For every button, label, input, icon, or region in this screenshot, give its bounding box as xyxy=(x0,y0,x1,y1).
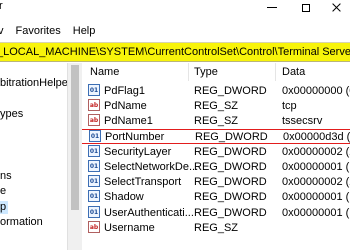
cell-type: REG_DWORD xyxy=(194,176,267,189)
cell-name: PortNumber xyxy=(105,130,165,143)
tree-item[interactable]: bitrationHelper xyxy=(0,77,67,90)
cell-type: REG_DWORD xyxy=(194,206,267,219)
cell-data: 0x00000001 (1) xyxy=(282,161,350,173)
cell-name: PdName xyxy=(104,100,147,113)
binary-value-icon: 01 xyxy=(88,144,100,157)
table-row[interactable]: ab PdName REG_SZ tcp xyxy=(82,98,350,113)
scrollbar-thumb[interactable] xyxy=(71,65,79,210)
close-icon[interactable] xyxy=(323,0,350,15)
key-tree: bitrationHelper ypes ns e p ormation xyxy=(0,63,67,250)
binary-value-icon: 01 xyxy=(88,84,100,96)
column-header-name[interactable]: Name xyxy=(90,63,119,81)
minimize-icon[interactable] xyxy=(255,0,289,15)
cell-data: tssecsrv xyxy=(282,115,323,128)
binary-value-icon: 01 xyxy=(88,205,100,218)
tree-item[interactable]: e xyxy=(0,185,6,198)
cell-type: REG_DWORD xyxy=(194,161,267,173)
tree-scrollbar[interactable] xyxy=(67,63,82,250)
table-row[interactable]: ab PdName1 REG_SZ tssecsrv xyxy=(82,113,350,128)
cell-name: PdName1 xyxy=(104,115,153,128)
binary-value-icon: 01 xyxy=(88,160,100,172)
menu-view[interactable]: v xyxy=(0,25,10,37)
string-value-icon: ab xyxy=(88,114,100,127)
cell-name: SelectNetworkDe... xyxy=(104,161,199,173)
binary-value-icon: 01 xyxy=(88,190,100,203)
tree-item[interactable]: ormation xyxy=(0,216,43,229)
cell-name: PdFlag1 xyxy=(104,85,145,97)
values-list: Name Type Data 01 PdFlag1 REG_DWORD 0x00000… xyxy=(82,63,350,250)
string-value-icon: ab xyxy=(88,220,100,233)
table-row[interactable]: 01 PdFlag1 REG_DWORD 0x00000000 (0) xyxy=(82,83,350,98)
cell-data: 0x00000000 (0) xyxy=(282,85,350,97)
cell-name: Username xyxy=(104,221,155,234)
cell-data: 0x00000002 (2) xyxy=(282,176,350,189)
cell-type: REG_DWORD xyxy=(194,191,267,204)
address-path: _LOCAL_MACHINE\SYSTEM\CurrentControlSet\… xyxy=(0,46,350,58)
cell-type: REG_DWORD xyxy=(195,130,268,143)
table-row[interactable]: 01 SecurityLayer REG_DWORD 0x00000002 (2) xyxy=(82,144,350,159)
column-divider[interactable] xyxy=(275,63,276,81)
cell-name: UserAuthenticati... xyxy=(104,206,194,219)
window-title: r xyxy=(0,0,3,12)
cell-data: 0x00000d3d (33 xyxy=(283,130,350,143)
address-bar[interactable]: _LOCAL_MACHINE\SYSTEM\CurrentControlSet\… xyxy=(0,42,350,62)
cell-type: REG_SZ xyxy=(194,221,239,234)
binary-value-icon: 01 xyxy=(88,175,100,188)
menu-favorites[interactable]: Favorites xyxy=(10,25,67,37)
cell-type: REG_SZ xyxy=(194,100,239,113)
cell-data: tcp xyxy=(282,100,297,113)
tree-item-selected[interactable]: p xyxy=(0,201,9,214)
table-row[interactable]: 01 SelectNetworkDe... REG_DWORD 0x00000001 … xyxy=(82,159,350,174)
cell-type: REG_DWORD xyxy=(194,145,267,158)
title-bar: r xyxy=(0,0,350,15)
cell-type: REG_DWORD xyxy=(194,85,267,97)
table-row[interactable]: 01 UserAuthenticati... REG_DWORD 0x00000001… xyxy=(82,205,350,220)
cell-type: REG_SZ xyxy=(194,115,239,128)
tree-item[interactable]: ns xyxy=(0,170,12,183)
column-divider[interactable] xyxy=(188,63,189,81)
table-row[interactable]: 01 Shadow REG_DWORD 0x00000001 (1) xyxy=(82,189,350,204)
cell-data: 0x00000001 (1) xyxy=(282,206,350,219)
menu-help[interactable]: Help xyxy=(67,25,102,37)
tree-item[interactable]: ypes xyxy=(0,108,23,121)
table-row[interactable]: 01 SelectTransport REG_DWORD 0x00000002 (2) xyxy=(82,174,350,189)
binary-value-icon: 01 xyxy=(89,129,101,142)
string-value-icon: ab xyxy=(88,99,100,112)
column-header-data[interactable]: Data xyxy=(282,63,305,81)
cell-data: 0x00000002 (2) xyxy=(282,145,350,158)
cell-name: SecurityLayer xyxy=(104,145,172,158)
cell-data: 0x00000001 (1) xyxy=(282,191,350,204)
cell-name: Shadow xyxy=(104,191,144,204)
cell-name: SelectTransport xyxy=(104,176,182,189)
column-header-type[interactable]: Type xyxy=(194,63,218,81)
menu-bar: v Favorites Help xyxy=(0,23,350,38)
maximize-icon[interactable] xyxy=(289,0,323,15)
table-row-highlighted[interactable]: 01 PortNumber REG_DWORD 0x00000d3d (33 xyxy=(82,128,350,144)
table-row[interactable]: ab Username REG_SZ xyxy=(82,220,350,235)
